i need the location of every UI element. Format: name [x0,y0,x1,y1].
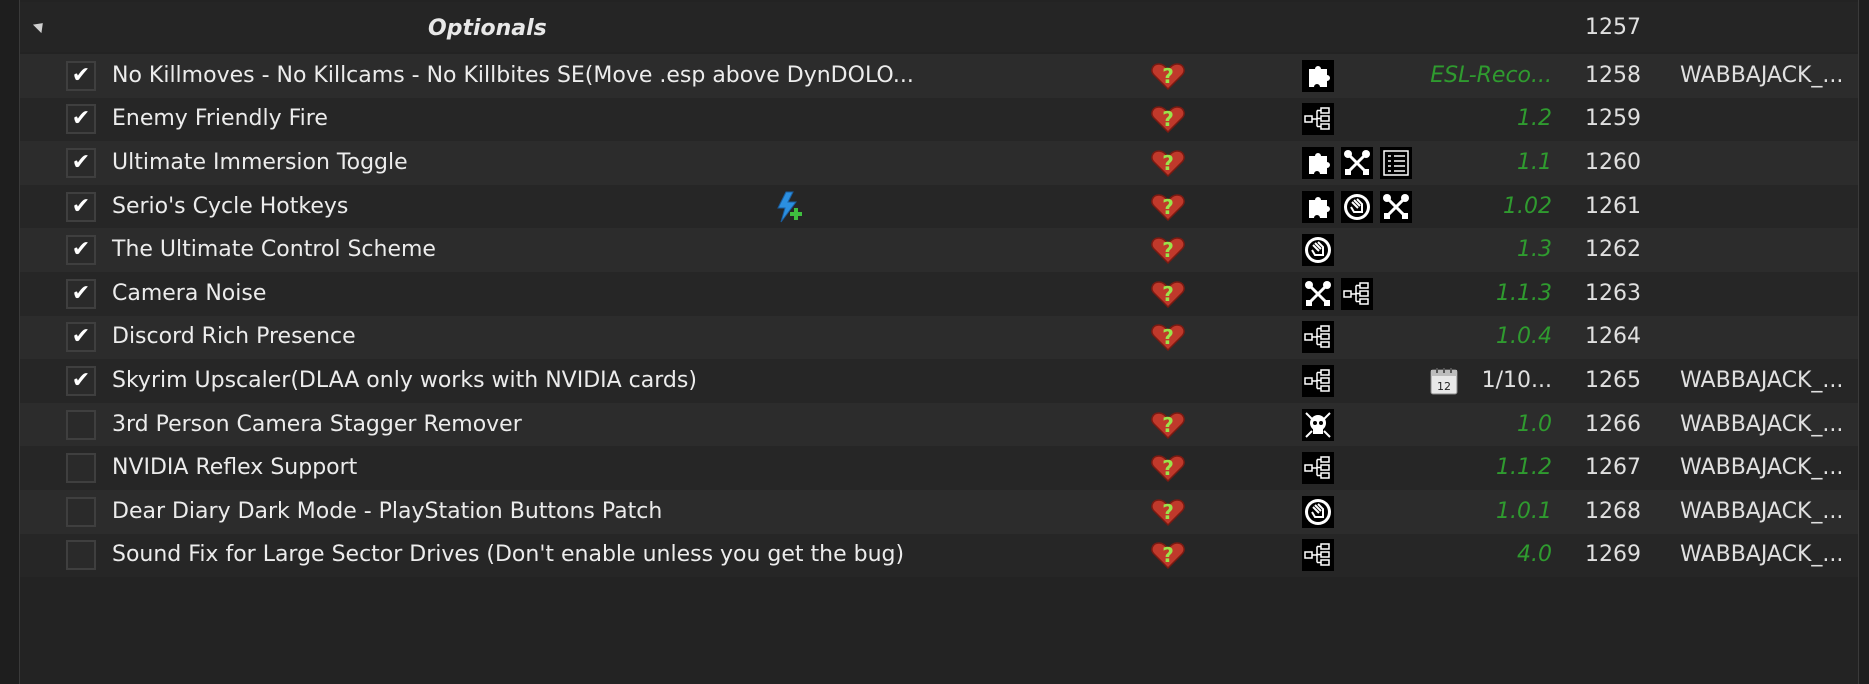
mod-priority: 1260 [1585,149,1641,175]
endorse-heart-icon[interactable] [1150,235,1186,265]
mod-enable-checkbox[interactable]: ✔ [66,365,96,396]
mod-version: 4.0 [1517,542,1552,568]
mod-row[interactable]: ✔ The Ultimate Control Scheme 1.3 1262 [20,228,1859,272]
mod-name: 3rd Person Camera Stagger Remover [112,411,522,437]
endorse-heart-icon[interactable] [1150,279,1186,309]
mod-name: Sound Fix for Large Sector Drives (Don't… [112,542,905,568]
mod-version: ESL-Reco... [1430,62,1552,88]
mod-version: 1.0.1 [1496,498,1552,524]
mod-enable-checkbox[interactable]: ✔ [66,104,96,135]
endorse-heart-icon[interactable] [1150,148,1186,178]
mod-version: 1.3 [1517,237,1552,263]
mod-name: Ultimate Immersion Toggle [112,149,408,175]
mod-row[interactable]: ✔ No Killmoves - No Killcams - No Killbit… [20,54,1859,98]
mod-priority: 1262 [1585,237,1641,263]
mod-row[interactable]: ✔ Camera Noise 1.1.3 1263 [20,272,1859,316]
mod-source: WABBAJACK_... [1680,62,1844,88]
mod-name: Dear Diary Dark Mode - PlayStation Butto… [112,498,663,524]
mod-source: WABBAJACK_... [1680,411,1844,437]
mod-source: WABBAJACK_... [1680,542,1844,568]
mod-row[interactable]: 3rd Person Camera Stagger Remover 1.0 1266… [20,402,1859,447]
mod-priority: 1259 [1585,106,1641,132]
endorse-heart-icon[interactable] [1150,540,1186,570]
mod-row[interactable]: NVIDIA Reflex Support 1.1.2 1267 WABBAJACK_… [20,446,1859,490]
mod-name: The Ultimate Control Scheme [112,237,436,263]
endorse-heart-icon[interactable] [1150,104,1186,134]
mod-row[interactable]: Sound Fix for Large Sector Drives (Don't… [20,533,1859,578]
mod-priority: 1268 [1585,498,1641,524]
right-border [1858,0,1859,684]
mod-priority: 1267 [1585,455,1641,481]
mod-name: No Killmoves - No Killcams - No Killbite… [112,62,914,88]
mod-enable-checkbox[interactable] [66,453,96,484]
mod-source: WABBAJACK_... [1680,455,1844,481]
mod-priority: 1269 [1585,542,1641,568]
mod-priority: 1266 [1585,411,1641,437]
mod-priority: 1263 [1585,280,1641,306]
mod-source: WABBAJACK_... [1680,367,1844,393]
mod-row[interactable]: ✔ Serio's Cycle Hotkeys 1.02 1261 [20,184,1859,229]
mod-enable-checkbox[interactable]: ✔ [66,147,96,178]
mod-enable-checkbox[interactable]: ✔ [66,191,96,222]
mod-enable-checkbox[interactable]: ✔ [66,322,96,353]
mod-row[interactable]: ✔ Enemy Friendly Fire 1.2 1259 [20,97,1859,142]
endorse-heart-icon[interactable] [1150,453,1186,483]
mod-name: Serio's Cycle Hotkeys [112,193,349,219]
mod-list-panel: Optionals 1257 ✔ No Killmoves - No Killca… [20,0,1859,684]
mod-row[interactable]: Dear Diary Dark Mode - PlayStation Butto… [20,490,1859,534]
separator-priority: 1257 [1585,15,1641,40]
endorse-heart-icon[interactable] [1150,410,1186,440]
mod-enable-checkbox[interactable]: ✔ [66,60,96,91]
mod-version: 1.2 [1517,106,1552,132]
separator-row-optionals[interactable]: Optionals 1257 [20,2,1859,52]
endorse-heart-icon[interactable] [1150,61,1186,91]
mod-row[interactable]: ✔ Discord Rich Presence 1.0.4 1264 [20,315,1859,360]
mod-priority: 1258 [1585,62,1641,88]
mod-enable-checkbox[interactable]: ✔ [66,278,96,309]
endorse-heart-icon[interactable] [1150,322,1186,352]
mod-enable-checkbox[interactable] [66,409,96,440]
mod-name: NVIDIA Reflex Support [112,455,358,481]
mod-version: 1/10... [1481,367,1552,393]
mod-name: Discord Rich Presence [112,324,356,350]
endorse-heart-icon[interactable] [1150,497,1186,527]
mod-name: Skyrim Upscaler(DLAA only works with NVI… [112,367,697,393]
mod-row[interactable]: ✔ Ultimate Immersion Toggle 1.1 1260 [20,141,1859,185]
mod-version: 1.1.3 [1496,280,1552,306]
mod-name: Enemy Friendly Fire [112,106,328,132]
update-available-icon[interactable] [772,190,806,224]
mod-priority: 1265 [1585,367,1641,393]
mod-priority: 1264 [1585,324,1641,350]
collapse-triangle-icon[interactable] [32,18,48,34]
mod-version: 1.0 [1517,411,1552,437]
mod-enable-checkbox[interactable] [66,540,96,571]
mod-version: 1.0.4 [1496,324,1552,350]
endorse-heart-icon[interactable] [1150,192,1186,222]
mod-version: 1.1 [1517,149,1552,175]
mod-name: Camera Noise [112,280,267,306]
mod-row[interactable]: ✔ Skyrim Upscaler(DLAA only works with NV… [20,359,1859,403]
mod-source: WABBAJACK_... [1680,498,1844,524]
mod-version: 1.1.2 [1496,455,1552,481]
mod-enable-checkbox[interactable] [66,496,96,527]
mod-version: 1.02 [1503,193,1552,219]
mod-priority: 1261 [1585,193,1641,219]
separator-title: Optionals [428,16,547,41]
mod-enable-checkbox[interactable]: ✔ [66,235,96,266]
